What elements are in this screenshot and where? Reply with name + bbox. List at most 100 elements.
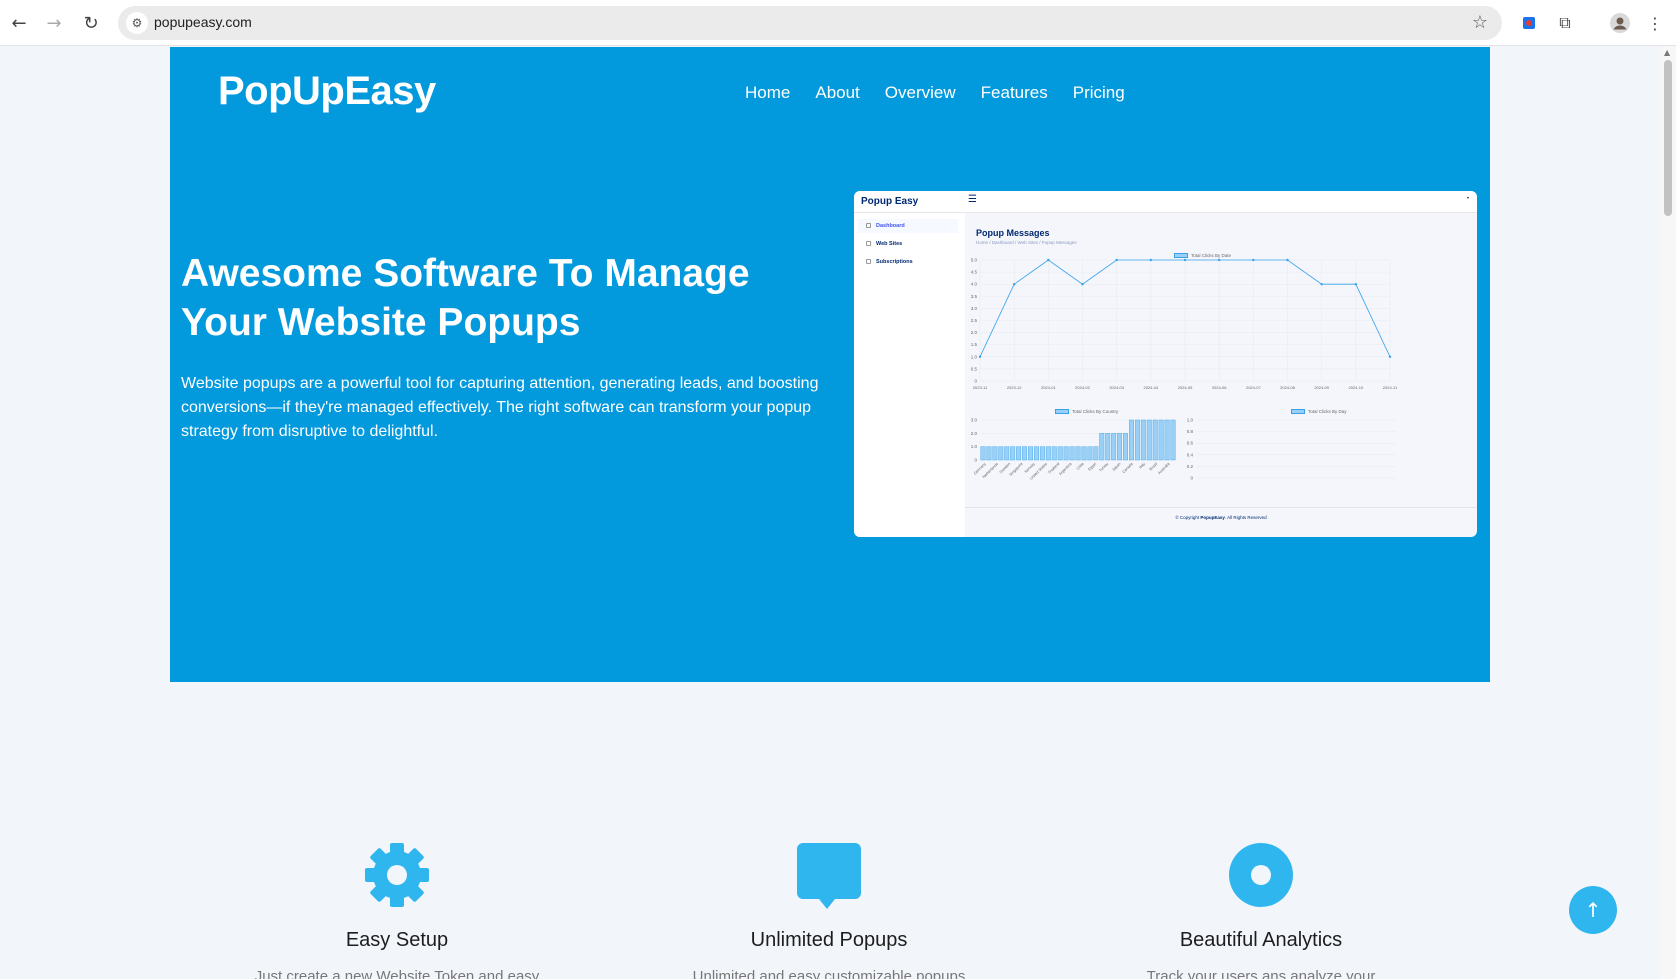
dashboard-preview-image: Popup Easy ☰ • Dashboard Web Sites Subsc…: [854, 191, 1477, 537]
mock-sidebar-subscriptions: Subscriptions: [858, 255, 958, 269]
page-scrollbar[interactable]: ▲: [1660, 46, 1676, 979]
nav-pricing[interactable]: Pricing: [1073, 83, 1125, 103]
grid-icon: [866, 223, 871, 228]
x-tick-label: 2024-08: [1280, 385, 1295, 390]
feature-description: Unlimited and easy customizable popups: [692, 968, 966, 979]
data-point: [1115, 258, 1118, 262]
mock-brand: Popup Easy: [861, 196, 919, 207]
nav-home[interactable]: Home: [745, 83, 790, 103]
data-point: [1252, 258, 1255, 262]
bar: [1039, 446, 1045, 461]
bar: [1164, 419, 1170, 461]
bar-chart-country: 3.02.01.00GermanyNetherlands SwedenSingap…: [971, 418, 1176, 481]
bar: [1158, 419, 1164, 461]
mock-topbar: Popup Easy ☰ •: [854, 191, 1477, 213]
url-text[interactable]: popupeasy.com: [154, 14, 252, 30]
profile-avatar-icon[interactable]: [1609, 12, 1631, 34]
y-tick-label: 1.0: [971, 354, 978, 359]
x-tick-label: 2024-05: [1178, 385, 1193, 390]
hero-section: PopUpEasy Home About Overview Features P…: [170, 47, 1490, 682]
data-point: [1354, 283, 1358, 286]
y-tick-label: 3.0: [971, 306, 978, 311]
data-point: [1012, 283, 1016, 286]
extensions-puzzle-icon[interactable]: ⧉: [1554, 12, 1576, 34]
x-tick-label: Japan: [1111, 462, 1121, 472]
y-tick-label: 4.0: [971, 282, 978, 287]
scrollbar-thumb[interactable]: [1664, 60, 1672, 216]
bar-chart-country-legend: Total Clicks By Country: [1055, 409, 1118, 414]
mock-sidebar: Dashboard Web Sites Subscriptions: [854, 213, 965, 537]
bar: [1016, 446, 1022, 461]
site-logo[interactable]: PopUpEasy: [218, 69, 436, 114]
mock-page-title: Popup Messages: [976, 228, 1050, 238]
reload-icon[interactable]: ↻: [76, 8, 106, 38]
nav-overview[interactable]: Overview: [885, 83, 956, 103]
bar: [1004, 446, 1010, 461]
legend-label: Total Clicks By Day: [1308, 409, 1347, 414]
y-tick-label: 2.5: [971, 318, 978, 323]
bar: [1087, 446, 1093, 461]
main-nav: Home About Overview Features Pricing: [745, 83, 1125, 103]
feature-description: Just create a new Website Token and easy: [254, 968, 540, 979]
data-point: [1286, 258, 1289, 262]
x-tick-label: 2023-12: [1007, 385, 1022, 390]
legend-swatch: [1291, 409, 1305, 414]
x-tick-label: Turkey: [1098, 462, 1109, 473]
bar: [1123, 433, 1128, 461]
x-tick-label: 2024-11: [1383, 385, 1398, 390]
bookmark-star-icon[interactable]: ☆: [1472, 12, 1488, 33]
chat-bubble-icon: [793, 839, 865, 911]
feature-title: Unlimited Popups: [750, 929, 908, 951]
x-tick-label: 2024-03: [1109, 385, 1124, 390]
y-tick-label: 0: [974, 379, 977, 384]
mock-footer: © Copyright PopupEasy. All Rights Reserv…: [965, 507, 1477, 520]
y-tick-label: 2.0: [971, 330, 978, 335]
data-point: [1149, 258, 1153, 262]
bar: [1111, 433, 1117, 461]
x-tick-label: Italy: [1138, 462, 1146, 470]
extension-icon[interactable]: [1518, 12, 1540, 34]
feature-easy-setup: Easy Setup Just create a new Website Tok…: [237, 839, 557, 979]
bar: [980, 446, 986, 461]
x-tick-label: 2023-11: [973, 385, 988, 390]
y-tick-label: 0.4: [1187, 452, 1194, 457]
forward-icon[interactable]: →: [39, 8, 69, 38]
x-tick-label: 2024-02: [1075, 385, 1090, 390]
bar: [1134, 419, 1140, 461]
x-tick-label: 2024-04: [1143, 385, 1158, 390]
y-tick-label: 0.8: [1187, 429, 1194, 434]
bar: [1146, 419, 1152, 461]
bar-chart-day-legend: Total Clicks By Day: [1291, 409, 1347, 414]
bar: [1099, 433, 1105, 461]
back-icon[interactable]: ←: [4, 8, 34, 38]
mock-dot-icon: •: [1466, 196, 1469, 202]
y-tick-label: 0.5: [971, 366, 978, 371]
bar: [1170, 419, 1176, 461]
bar: [1010, 446, 1016, 461]
bar: [1093, 446, 1099, 461]
bar: [986, 446, 992, 461]
line-chart: 5.0 4.5 4.0 3.5 3.0 2.5 2.0 1.5 1.0 0.5 02023-11 20…: [971, 258, 1398, 391]
nav-features[interactable]: Features: [981, 83, 1048, 103]
address-bar[interactable]: ⚙ popupeasy.com ☆: [118, 6, 1502, 40]
feature-title: Easy Setup: [345, 929, 449, 951]
hero-description: Website popups are a powerful tool for c…: [181, 375, 819, 440]
y-tick-label: 0.2: [1187, 464, 1194, 469]
scroll-to-top-button[interactable]: ↑: [1569, 886, 1617, 934]
y-tick-label: 3.5: [971, 294, 978, 299]
bar: [1045, 446, 1051, 461]
mock-sidebar-websites: Web Sites: [858, 237, 958, 251]
y-tick-label: 0: [1190, 476, 1193, 481]
browser-menu-icon[interactable]: ⋮: [1644, 12, 1666, 34]
scroll-up-arrow-icon[interactable]: ▲: [1664, 48, 1670, 57]
data-point: [1183, 258, 1187, 262]
nav-about[interactable]: About: [815, 83, 859, 103]
gear-icon: [361, 839, 433, 911]
mock-sidebar-label: Dashboard: [876, 223, 905, 229]
bar: [998, 446, 1004, 461]
site-info-icon[interactable]: ⚙: [126, 12, 148, 34]
x-tick-label: 2024-06: [1212, 385, 1227, 390]
bar: [1057, 446, 1063, 461]
data-point: [1081, 283, 1084, 286]
y-tick-label: 0: [974, 458, 977, 463]
